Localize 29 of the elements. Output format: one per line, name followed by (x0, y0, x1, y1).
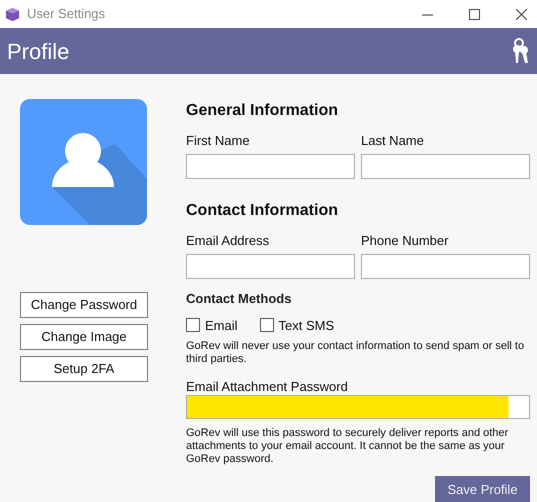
text-field[interactable] (186, 254, 355, 279)
save-profile-button[interactable]: Save Profile (435, 476, 530, 502)
section-heading: General Information (186, 101, 340, 121)
text-field[interactable] (361, 254, 530, 279)
contact-methods-label: Contact Methods (186, 290, 292, 308)
field-label: Email Attachment Password (186, 380, 349, 394)
checkbox[interactable] (186, 318, 200, 332)
section-heading: Contact Information (186, 201, 339, 221)
field-label: Last Name (361, 134, 425, 148)
checkbox[interactable] (260, 318, 274, 332)
password-field[interactable] (186, 395, 530, 419)
profile-action-button[interactable]: Change Image (20, 324, 148, 350)
window-title: User Settings (27, 5, 106, 24)
profile-action-button[interactable]: Change Password (20, 292, 148, 318)
text-field[interactable] (361, 154, 530, 179)
text-field[interactable] (186, 154, 355, 179)
close-icon[interactable] (516, 8, 527, 20)
field-label: First Name (186, 134, 251, 148)
checkbox-label: Text SMS (278, 316, 334, 334)
password-note: GoRev will use this password to securely deliver reports and other attachments to your email account. It cannot be the same as your GoRev password. (186, 427, 510, 466)
keys-icon[interactable] (510, 38, 530, 64)
field-label: Email Address (186, 234, 270, 248)
field-label: Phone Number (361, 234, 450, 248)
profile-action-button[interactable]: Setup 2FA (20, 356, 148, 382)
app-icon (5, 6, 20, 22)
checkbox-label: Email (205, 316, 238, 334)
privacy-notice: GoRev will never use your contact information to send spam or sell to third parties. (186, 340, 526, 366)
page-title: Profile (7, 38, 70, 66)
maximize-icon[interactable] (469, 8, 480, 20)
